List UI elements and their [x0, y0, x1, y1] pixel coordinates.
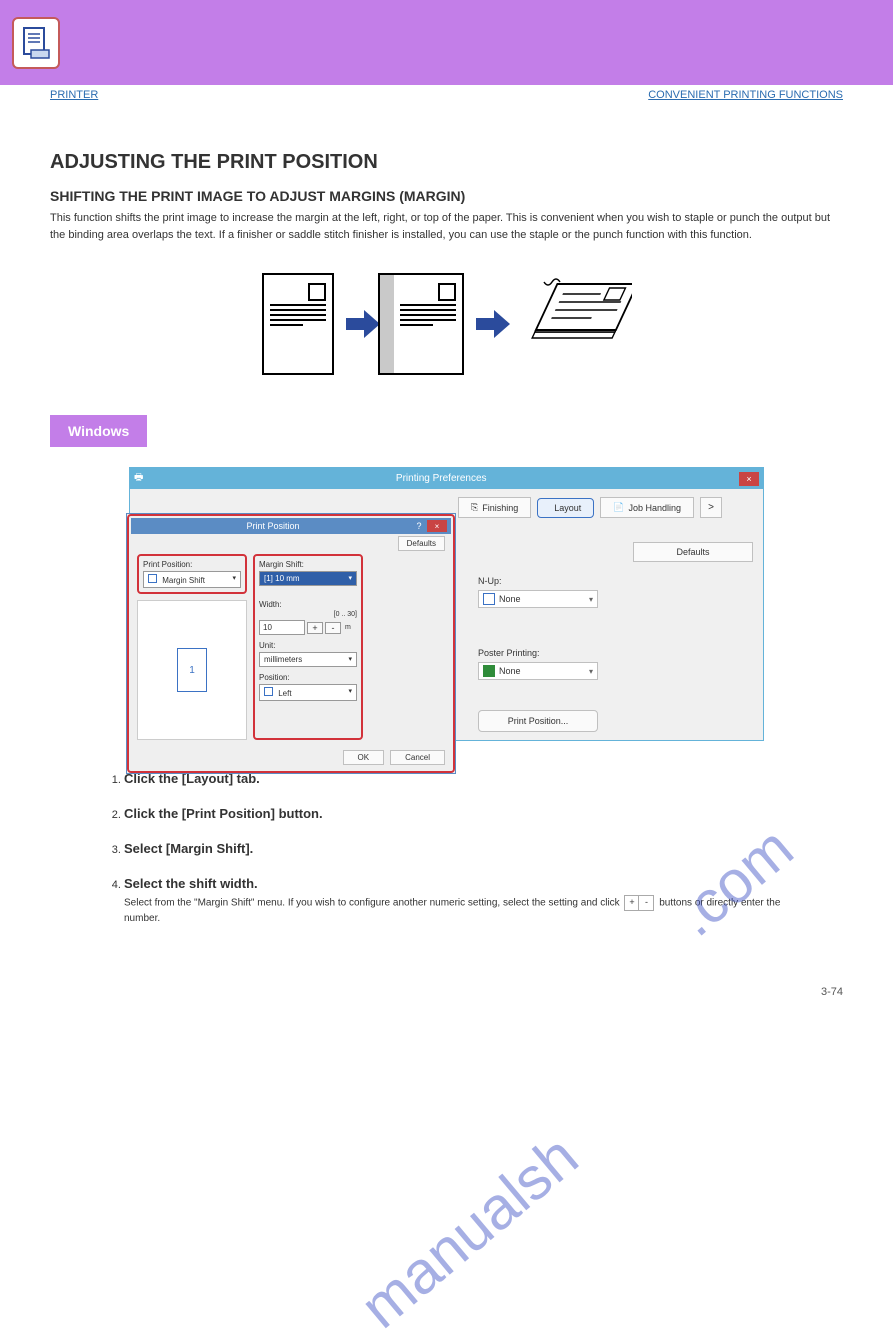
step-title: Select the shift width. [124, 876, 793, 891]
diagram-bound-output [522, 274, 632, 374]
poster-icon [483, 665, 495, 677]
print-position-label: Print Position: [143, 560, 241, 569]
step-title: Click the [Print Position] button. [124, 806, 793, 821]
preferences-window: 🖶 Printing Preferences × ⎘ Finishing Lay… [129, 467, 764, 741]
step-2: Click the [Print Position] button. [124, 806, 793, 821]
unit-value: millimeters [264, 655, 302, 664]
position-value: Left [278, 689, 291, 698]
margin-shift-select[interactable]: [1] 10 mm [259, 571, 357, 586]
step-title: Select [Margin Shift]. [124, 841, 793, 856]
width-unit-suffix: m [345, 624, 351, 631]
watermark: manualsh [347, 1121, 591, 1341]
arrow-right-icon [476, 310, 510, 338]
tab-finishing-label: Finishing [482, 503, 518, 513]
preview-page: 1 [137, 600, 247, 740]
page-heading: ADJUSTING THE PRINT POSITION [50, 151, 843, 174]
modal-defaults-button[interactable]: Defaults [398, 536, 445, 551]
width-plus-button[interactable]: + [307, 622, 323, 634]
step-4: Select the shift width. Select from the … [124, 876, 793, 926]
breadcrumb-right-link[interactable]: CONVENIENT PRINTING FUNCTIONS [648, 89, 843, 101]
position-label: Position: [259, 673, 357, 682]
unit-label: Unit: [259, 641, 357, 650]
print-position-button[interactable]: Print Position... [478, 710, 598, 732]
print-position-value: Margin Shift [162, 576, 205, 585]
job-handling-icon: 📄 [613, 502, 624, 513]
plus-minus-icon: + - [624, 895, 654, 911]
nup-label: N-Up: [478, 576, 755, 586]
close-icon[interactable]: × [739, 472, 759, 486]
pref-printer-icon: 🖶 [134, 470, 143, 487]
help-icon[interactable]: ? [411, 521, 427, 531]
minus-icon: - [639, 896, 653, 910]
pref-titlebar: 🖶 Printing Preferences × [130, 468, 763, 489]
width-minus-button[interactable]: - [325, 622, 341, 634]
tab-layout[interactable]: Layout [537, 498, 594, 518]
printer-logo-icon [12, 17, 60, 69]
ok-button[interactable]: OK [343, 750, 385, 765]
pp-icon [148, 574, 157, 583]
tab-next[interactable]: > [700, 497, 722, 518]
modal-title: Print Position [135, 521, 411, 531]
unit-select[interactable]: millimeters [259, 652, 357, 667]
print-position-select[interactable]: Margin Shift [143, 571, 241, 588]
poster-select[interactable]: None [478, 662, 598, 680]
tab-layout-label: Layout [554, 503, 581, 513]
pos-icon [264, 687, 273, 696]
margin-shift-value: [1] 10 mm [264, 574, 300, 583]
page-number: 3-74 [0, 976, 893, 1028]
modal-titlebar: Print Position ? × [131, 518, 451, 534]
arrow-right-icon [346, 310, 380, 338]
breadcrumb: PRINTER CONVENIENT PRINTING FUNCTIONS [0, 85, 893, 121]
poster-value: None [499, 666, 521, 676]
plus-icon: + [625, 896, 639, 910]
finishing-icon: ⎘ [471, 502, 478, 513]
print-position-modal: Print Position ? × Defaults Print Positi… [126, 513, 456, 774]
breadcrumb-left-link[interactable]: PRINTER [50, 89, 98, 101]
nup-select[interactable]: None [478, 590, 598, 608]
os-section-tag: Windows [50, 415, 147, 447]
poster-label: Poster Printing: [478, 648, 755, 658]
tab-job-handling[interactable]: 📄 Job Handling [600, 497, 694, 518]
tab-job-handling-label: Job Handling [628, 503, 681, 513]
pref-window-title: Printing Preferences [143, 473, 739, 484]
tab-finishing[interactable]: ⎘ Finishing [458, 497, 531, 518]
defaults-button[interactable]: Defaults [633, 542, 753, 562]
nup-icon [483, 593, 495, 605]
modal-close-icon[interactable]: × [427, 520, 447, 532]
screenshot-wrap: .com 🖶 Printing Preferences × ⎘ Finishin… [129, 467, 764, 741]
nup-value: None [499, 594, 521, 604]
width-range: [0 .. 30] [259, 611, 357, 618]
topbar [0, 0, 893, 85]
diagram-page-after [392, 273, 464, 375]
diagram-page-before [262, 273, 334, 375]
section-subheading: SHIFTING THE PRINT IMAGE TO ADJUST MARGI… [50, 188, 843, 204]
width-input[interactable]: 10 [259, 620, 305, 635]
width-label: Width: [259, 600, 357, 609]
position-select[interactable]: Left [259, 684, 357, 701]
steps-list: Click the [Layout] tab. Click the [Print… [100, 771, 793, 926]
preview-number: 1 [177, 648, 207, 692]
margin-shift-diagram [50, 273, 843, 375]
step-3: Select [Margin Shift]. [124, 841, 793, 856]
intro-paragraph: This function shifts the print image to … [50, 210, 843, 243]
margin-shift-label: Margin Shift: [259, 560, 357, 569]
step4-prefix: Select from the "Margin Shift" menu. If … [124, 898, 622, 909]
step-body: Select from the "Margin Shift" menu. If … [124, 895, 793, 926]
cancel-button[interactable]: Cancel [390, 750, 445, 765]
